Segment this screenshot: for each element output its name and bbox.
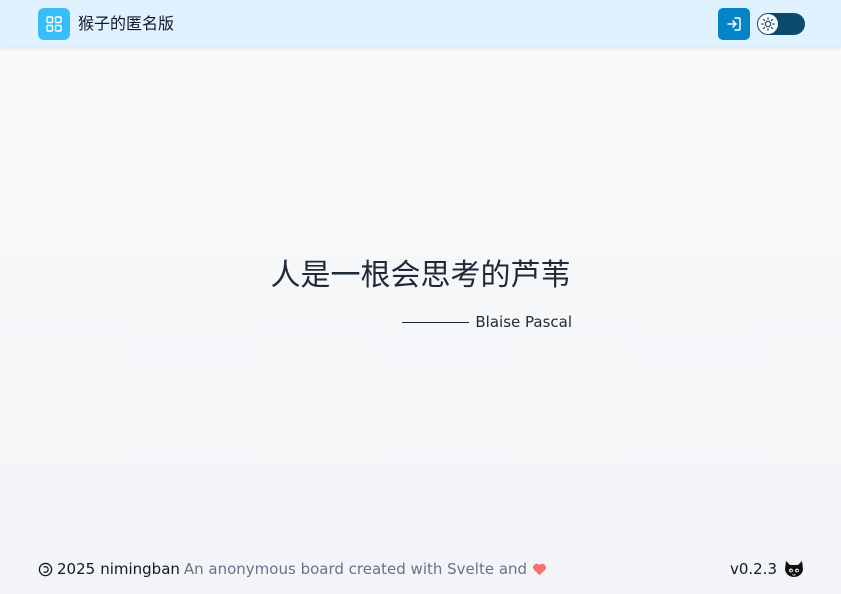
quote-text: 人是一根会思考的芦苇 xyxy=(270,258,571,293)
heart-icon xyxy=(533,563,547,576)
footer-copyright: 2025 nimingban An anonymous board create… xyxy=(38,559,547,579)
github-link[interactable] xyxy=(783,558,805,580)
login-icon xyxy=(727,17,741,31)
quote-attribution: Blaise Pascal xyxy=(402,312,572,332)
github-icon xyxy=(785,561,803,577)
footer-tagline: An anonymous board created with Svelte a… xyxy=(183,560,528,578)
sun-icon xyxy=(761,17,775,31)
quote-author: Blaise Pascal xyxy=(475,313,572,331)
footer-version-area: v0.2.3 xyxy=(730,558,805,580)
grid-icon xyxy=(46,16,62,32)
login-button[interactable] xyxy=(718,8,750,40)
version-label: v0.2.3 xyxy=(729,560,777,578)
top-navbar: 猴子的匿名版 xyxy=(0,0,841,47)
theme-toggle-knob xyxy=(758,14,778,34)
site-title[interactable]: 猴子的匿名版 xyxy=(78,14,174,34)
attribution-dash xyxy=(402,321,470,323)
footer-year: 2025 xyxy=(57,560,96,578)
theme-toggle[interactable] xyxy=(757,13,805,35)
footer-site-name[interactable]: nimingban xyxy=(100,560,180,578)
logo-button[interactable] xyxy=(38,8,70,40)
copyleft-icon xyxy=(38,562,53,577)
